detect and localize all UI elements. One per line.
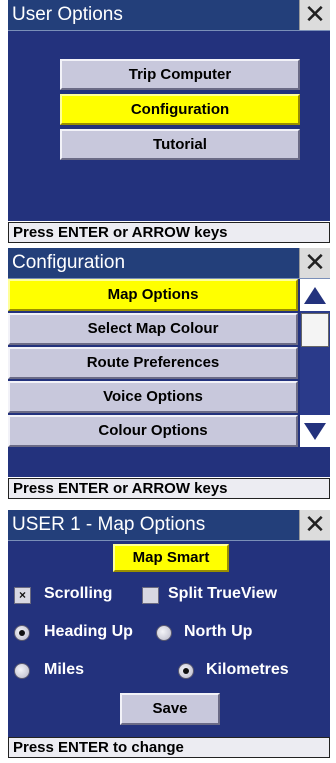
menu-panel: Trip Computer Configuration Tutorial xyxy=(8,31,330,221)
status-text: Press ENTER or ARROW keys xyxy=(13,480,228,497)
options-panel: Map Smart × Scrolling Split TrueView Hea… xyxy=(8,541,330,737)
user-options-screen: User Options ✕ Trip Computer Configurati… xyxy=(8,0,330,243)
scroll-thumb[interactable] xyxy=(301,313,329,347)
map-options-screen: USER 1 - Map Options ✕ Map Smart × Scrol… xyxy=(8,510,330,758)
scrolling-checkbox-icon[interactable]: × xyxy=(14,587,31,604)
title-bar: User Options ✕ xyxy=(8,0,330,31)
screen-title: User Options xyxy=(12,4,123,25)
route-preferences-button[interactable]: Route Preferences xyxy=(8,347,298,379)
north-up-radio-icon[interactable] xyxy=(156,625,172,641)
north-up-label: North Up xyxy=(184,623,253,640)
split-trueview-label: Split TrueView xyxy=(168,585,278,602)
configuration-screen: Configuration ✕ Map Options Select Map C… xyxy=(8,248,330,499)
status-bar: Press ENTER or ARROW keys xyxy=(8,222,330,243)
kilometres-radio-icon[interactable] xyxy=(178,663,194,679)
tutorial-button[interactable]: Tutorial xyxy=(60,129,300,160)
close-icon[interactable]: ✕ xyxy=(299,248,330,278)
close-icon[interactable]: ✕ xyxy=(299,0,330,30)
map-options-button[interactable]: Map Options xyxy=(8,279,298,311)
title-bar: Configuration ✕ xyxy=(8,248,330,279)
voice-options-button[interactable]: Voice Options xyxy=(8,381,298,413)
map-smart-button[interactable]: Map Smart xyxy=(113,544,229,572)
scrollbar[interactable] xyxy=(300,279,330,447)
title-bar: USER 1 - Map Options ✕ xyxy=(8,510,330,541)
scroll-down-icon[interactable] xyxy=(300,415,330,447)
kilometres-label: Kilometres xyxy=(206,661,289,678)
screen-title: USER 1 - Map Options xyxy=(12,514,206,535)
status-bar: Press ENTER or ARROW keys xyxy=(8,478,330,499)
heading-up-label: Heading Up xyxy=(44,623,133,640)
status-text: Press ENTER or ARROW keys xyxy=(13,224,228,241)
trip-computer-button[interactable]: Trip Computer xyxy=(60,59,300,90)
heading-up-radio-icon[interactable] xyxy=(14,625,30,641)
miles-radio-icon[interactable] xyxy=(14,663,30,679)
configuration-button[interactable]: Configuration xyxy=(60,94,300,125)
colour-options-button[interactable]: Colour Options xyxy=(8,415,298,447)
miles-label: Miles xyxy=(44,661,85,678)
split-trueview-checkbox-icon[interactable] xyxy=(142,587,159,604)
status-text: Press ENTER to change xyxy=(13,739,184,756)
scrolling-label: Scrolling xyxy=(44,585,113,602)
save-button[interactable]: Save xyxy=(120,693,220,725)
status-bar: Press ENTER to change xyxy=(8,737,330,758)
menu-panel: Map Options Select Map Colour Route Pref… xyxy=(8,279,330,477)
scroll-up-icon[interactable] xyxy=(300,279,330,311)
select-map-colour-button[interactable]: Select Map Colour xyxy=(8,313,298,345)
screen-title: Configuration xyxy=(12,252,126,273)
close-icon[interactable]: ✕ xyxy=(299,510,330,540)
